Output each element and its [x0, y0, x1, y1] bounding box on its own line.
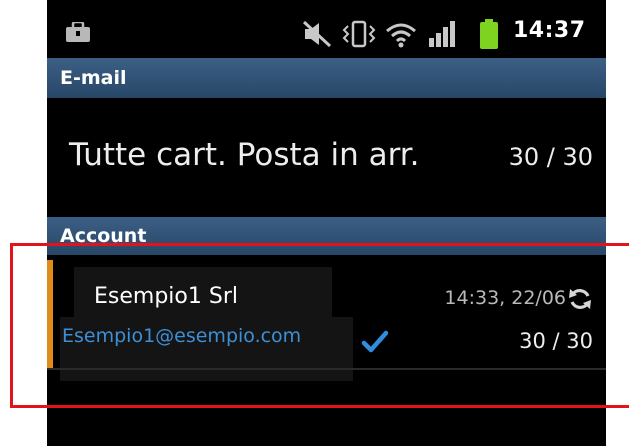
shopping-bag-icon	[66, 22, 90, 42]
vibrate-icon	[342, 20, 376, 48]
wifi-icon	[386, 23, 416, 48]
section-header-account: Account	[47, 217, 606, 255]
battery-icon	[480, 19, 498, 49]
account-message-count: 30 / 30	[519, 329, 593, 353]
account-row[interactable]: Esempio1 Srl Esempio1@esempio.com 14:33,…	[47, 255, 606, 381]
row-divider	[47, 368, 606, 370]
last-sync-time: 14:33, 22/06	[444, 287, 566, 309]
section-header-email: E-mail	[47, 58, 606, 98]
phone-screen: 14:37 E-mail Tutte cart. Posta in arr. 3…	[47, 0, 606, 446]
combined-inbox-row[interactable]: Tutte cart. Posta in arr. 30 / 30	[47, 98, 606, 217]
combined-inbox-label: Tutte cart. Posta in arr.	[69, 137, 420, 173]
account-name: Esempio1 Srl	[94, 284, 238, 309]
account-email: Esempio1@esempio.com	[62, 325, 302, 347]
status-time: 14:37	[513, 18, 586, 43]
mute-icon	[302, 20, 332, 48]
status-bar: 14:37	[47, 0, 606, 56]
sync-icon[interactable]	[568, 287, 592, 311]
account-color-bar	[47, 260, 53, 370]
default-account-check-icon	[361, 330, 389, 353]
combined-inbox-count: 30 / 30	[508, 143, 593, 171]
signal-icon	[429, 21, 455, 47]
